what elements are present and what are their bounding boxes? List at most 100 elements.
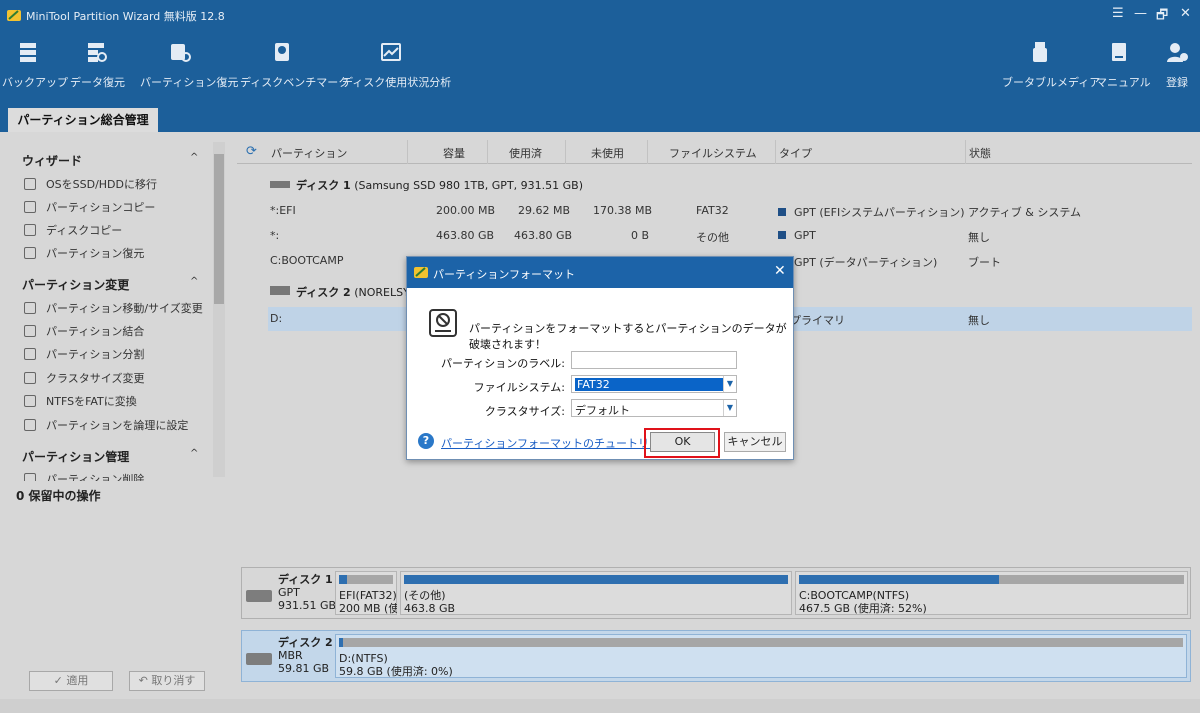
window-title: MiniTool Partition Wizard 無料版 12.8 [26,10,225,23]
tab-partition-management[interactable]: パーティション総合管理 [8,108,158,132]
op-migrate-os[interactable]: OSをSSD/HDDに移行 [24,176,157,194]
partition-recovery-button[interactable]: パーティション復元 [140,40,238,90]
cluster-field-label: クラスタサイズ: [484,405,565,418]
close-button[interactable]: ✕ [1180,6,1191,21]
partition-label-input[interactable] [571,351,737,369]
op-set-logical[interactable]: パーティションを論理に設定 [24,417,188,435]
refresh-icon[interactable]: ⟳ [246,144,257,159]
col-type[interactable]: タイプ [779,145,812,161]
disk-icon [270,181,290,188]
backup-icon [20,43,36,62]
space-analyzer-button[interactable]: ディスク使用状況分析 [342,40,451,90]
dialog-close-icon[interactable]: ✕ [774,263,786,279]
help-icon[interactable]: ? [418,433,434,449]
menu-icon[interactable]: ☰ [1112,6,1124,21]
op-ntfs-to-fat[interactable]: NTFSをFATに変換 [24,393,137,411]
chevron-down-icon[interactable]: ▼ [723,376,736,392]
register-icon [1167,43,1188,62]
op-split[interactable]: パーティション分割 [24,346,144,364]
section-partition-change[interactable]: パーティション変更 [22,276,129,293]
disk-icon [246,653,272,665]
collapse-icon[interactable]: ^ [190,152,198,163]
chevron-down-icon[interactable]: ▼ [723,400,736,416]
partition-recovery-icon [24,247,36,259]
op-disk-copy[interactable]: ディスクコピー [24,222,122,240]
disk-icon [246,590,272,602]
op-partition-recovery[interactable]: パーティション復元 [24,245,144,263]
undo-button[interactable]: ↶ 取り消す [129,671,205,691]
cluster-size-icon [24,372,36,384]
data-recovery-icon [88,43,107,62]
op-move-resize[interactable]: パーティション移動/サイズ変更 [24,300,203,318]
section-partition-management[interactable]: パーティション管理 [22,448,129,465]
set-logical-icon [24,419,36,431]
op-partition-copy[interactable]: パーティションコピー [24,199,155,217]
disk-copy-icon [24,224,36,236]
delete-icon [24,473,36,481]
dialog-title: パーティションフォーマット [433,268,576,281]
usage-bar [404,575,788,584]
partition-block[interactable]: (その他) 463.8 GB [400,571,792,615]
disk-row[interactable]: ディスク 2 (NORELSYS 1 [270,284,427,300]
app-logo-icon [7,10,21,21]
usage-bar [339,638,344,647]
partition-block-selected[interactable]: D:(NTFS) 59.8 GB (使用済: 0%) [335,634,1187,678]
status-bar [0,699,1200,713]
manual-icon [1112,43,1126,61]
sidebar: ウィザード ^ OSをSSD/HDDに移行 パーティションコピー ディスクコピー… [0,132,230,699]
disk-benchmark-icon [275,43,289,61]
main-toolbar: バックアップ データ復元 パーティション復元 ディスクベンチマーク ディスク使用… [0,30,1200,106]
bootable-media-button[interactable]: ブータブルメディア [1002,40,1100,90]
table-row[interactable]: *: 463.80 GB 463.80 GB 0 B その他 GPT 無し [268,224,1192,248]
ok-button[interactable]: OK [650,432,715,452]
tutorial-link[interactable]: パーティションフォーマットのチュートリアル [441,435,671,451]
disk-row[interactable]: ディスク 1 (Samsung SSD 980 1TB, GPT, 931.51… [270,177,583,193]
migrate-os-icon [24,178,36,190]
maximize-button[interactable]: 🗗 [1156,6,1168,28]
col-used[interactable]: 使用済 [509,145,542,161]
cluster-size-select[interactable]: デフォルト ▼ [571,399,737,417]
op-cluster-size[interactable]: クラスタサイズ変更 [24,370,144,388]
col-status[interactable]: 状態 [969,145,991,161]
backup-button[interactable]: バックアップ [2,40,68,90]
scrollbar-thumb[interactable] [214,154,224,304]
apply-button[interactable]: ✓ 適用 [29,671,113,691]
partition-recovery-icon [171,44,191,62]
data-recovery-button[interactable]: データ復元 [70,40,125,90]
app-logo-icon [414,267,428,278]
col-filesystem[interactable]: ファイルシステム [669,145,757,161]
col-unused[interactable]: 未使用 [591,145,624,161]
collapse-icon[interactable]: ^ [190,276,198,287]
col-capacity[interactable]: 容量 [443,145,465,161]
fs-field-label: ファイルシステム: [473,381,565,394]
usage-bar [799,575,1000,584]
table-row[interactable]: *:EFI 200.00 MB 29.62 MB 170.38 MB FAT32… [268,199,1192,223]
section-wizard[interactable]: ウィザード [22,152,82,169]
register-button[interactable]: 登録 [1160,40,1194,90]
minimize-button[interactable]: — [1134,6,1147,21]
type-icon [778,208,786,216]
op-merge[interactable]: パーティション結合 [24,323,144,341]
disk-map-disk2[interactable]: ディスク 2 MBR 59.81 GB D:(NTFS) 59.8 GB (使用済… [241,630,1191,682]
space-analyzer-icon [381,43,401,61]
title-bar: MiniTool Partition Wizard 無料版 12.8 ☰ — 🗗… [0,0,1200,30]
partition-block[interactable]: C:BOOTCAMP(NTFS) 467.5 GB (使用済: 52%) [795,571,1188,615]
filesystem-select[interactable]: FAT32 ▼ [571,375,737,393]
col-partition[interactable]: パーティション [271,145,347,161]
partition-copy-icon [24,201,36,213]
warning-message: パーティションをフォーマットするとパーティションのデータが破壊されます！ [469,322,787,351]
op-delete-partition[interactable]: パーティション削除 [24,471,144,481]
warning-icon [429,309,457,337]
manual-button[interactable]: マニュアル [1096,40,1151,90]
disk-map-disk1[interactable]: ディスク 1 GPT 931.51 GB EFI(FAT32) 200 MB (使… [241,567,1191,619]
format-partition-dialog: パーティションフォーマット ✕ パーティションをフォーマットするとパーティション… [406,256,794,460]
sidebar-scrollbar[interactable] [213,142,225,477]
disk-icon [270,286,290,295]
tab-bar: パーティション総合管理 [0,106,1200,132]
move-resize-icon [24,302,36,314]
collapse-icon[interactable]: ^ [190,448,198,459]
partition-block[interactable]: EFI(FAT32)200 MB (使用 [335,571,397,615]
disk-benchmark-button[interactable]: ディスクベンチマーク [240,40,349,90]
dialog-title-bar: パーティションフォーマット ✕ [407,257,793,288]
cancel-button[interactable]: キャンセル [724,432,786,452]
